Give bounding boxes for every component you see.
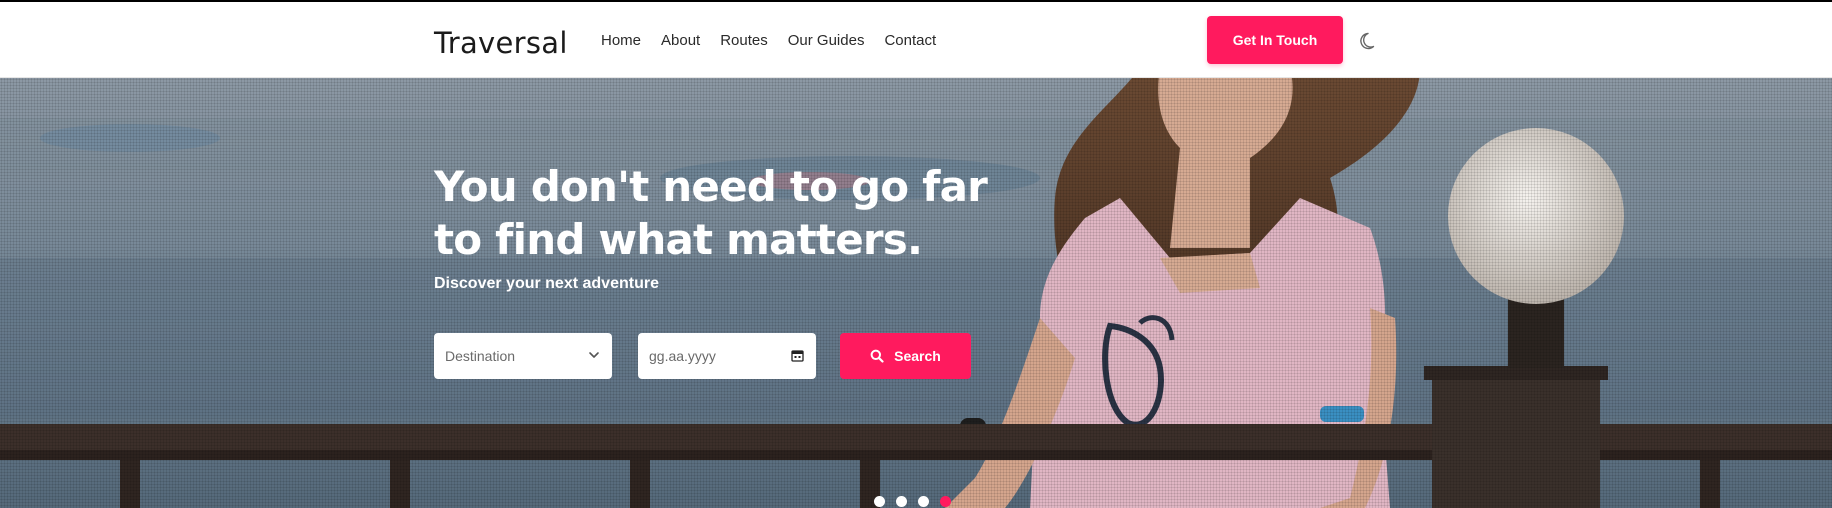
search-button[interactable]: Search	[840, 333, 971, 379]
carousel-indicators	[874, 496, 951, 507]
date-input-placeholder: gg.aa.yyyy	[649, 348, 716, 364]
nav-item-contact[interactable]: Contact	[884, 32, 936, 49]
moon-icon[interactable]	[1357, 29, 1381, 53]
hero-pattern-overlay	[0, 78, 1832, 508]
hero-headline: You don't need to go far to find what ma…	[434, 162, 988, 264]
hero-subheadline: Discover your next adventure	[434, 275, 659, 292]
destination-select-value: Destination	[445, 348, 516, 364]
nav-item-routes[interactable]: Routes	[720, 32, 768, 49]
get-in-touch-button[interactable]: Get In Touch	[1207, 16, 1343, 64]
date-input[interactable]: gg.aa.yyyy	[638, 333, 816, 379]
calendar-icon[interactable]	[791, 349, 804, 362]
main-nav: Home About Routes Our Guides Contact	[601, 32, 936, 49]
brand-logo[interactable]: Traversal	[434, 26, 568, 60]
carousel-dot[interactable]	[874, 496, 885, 507]
destination-select[interactable]: Destination	[434, 333, 612, 379]
carousel-dot-active[interactable]	[940, 496, 951, 507]
nav-item-our-guides[interactable]: Our Guides	[788, 32, 865, 49]
search-icon	[870, 349, 884, 363]
chevron-down-icon	[589, 352, 599, 358]
nav-item-home[interactable]: Home	[601, 32, 641, 49]
hero-section: You don't need to go far to find what ma…	[0, 78, 1832, 508]
search-button-label: Search	[894, 348, 941, 364]
carousel-dot[interactable]	[896, 496, 907, 507]
carousel-dot[interactable]	[918, 496, 929, 507]
navbar: Traversal Home About Routes Our Guides C…	[0, 2, 1832, 78]
nav-item-about[interactable]: About	[661, 32, 700, 49]
